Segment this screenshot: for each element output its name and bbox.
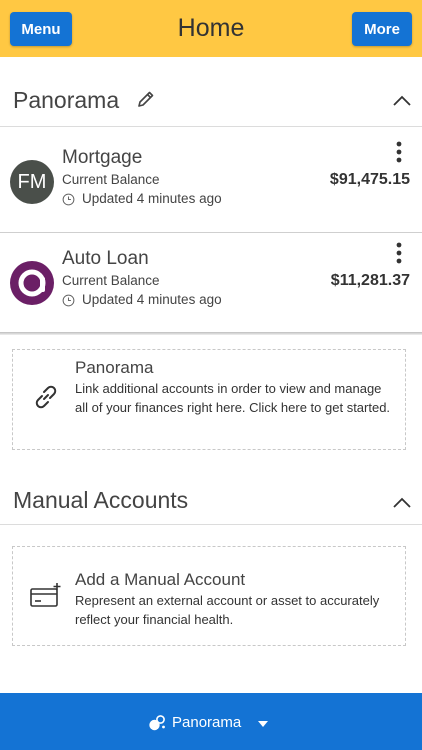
balance-label: Current Balance: [62, 273, 160, 288]
ally-logo-icon: [10, 261, 54, 305]
divider: [0, 126, 422, 127]
section-shadow: [0, 332, 422, 335]
updated-timestamp: Updated 4 minutes ago: [82, 292, 222, 307]
link-accounts-card[interactable]: Panorama Link additional accounts in ord…: [12, 349, 406, 450]
chevron-up-icon[interactable]: [392, 95, 412, 107]
add-manual-account-card[interactable]: Add a Manual Account Represent an extern…: [12, 546, 406, 646]
account-row-mortgage[interactable]: FM Mortgage Current Balance Updated 4 mi…: [0, 131, 422, 231]
account-balance: $11,281.37: [330, 272, 410, 289]
add-card-title: Add a Manual Account: [75, 570, 246, 589]
more-button[interactable]: More: [352, 12, 412, 46]
panorama-icon: [149, 715, 165, 731]
account-balance: $91,475.15: [329, 171, 410, 188]
kebab-menu-icon[interactable]: [396, 242, 402, 264]
balance-label: Current Balance: [62, 172, 160, 187]
kebab-menu-icon[interactable]: [396, 141, 402, 163]
footer-bar[interactable]: Panorama: [0, 693, 422, 750]
manual-accounts-title: Manual Accounts: [13, 487, 189, 513]
link-card-title: Panorama: [75, 358, 154, 377]
app-header: Menu Home More: [0, 0, 422, 57]
clock-icon: [62, 193, 75, 206]
chevron-up-icon[interactable]: [392, 497, 412, 509]
add-card-text: Represent an external account or asset t…: [75, 593, 380, 627]
add-card-icon: [30, 583, 61, 607]
caret-down-icon[interactable]: [258, 721, 268, 727]
panorama-section-header[interactable]: Panorama: [0, 77, 422, 127]
footer-label[interactable]: Panorama: [172, 714, 241, 731]
account-name: Auto Loan: [62, 248, 149, 269]
manual-accounts-section-header[interactable]: Manual Accounts: [0, 477, 422, 527]
link-card-text: Link additional accounts in order to vie…: [75, 381, 391, 415]
account-name: Mortgage: [62, 147, 143, 168]
divider: [0, 524, 422, 525]
pencil-icon[interactable]: [136, 89, 156, 109]
account-row-auto-loan[interactable]: Auto Loan Current Balance Updated 4 minu…: [0, 232, 422, 332]
updated-timestamp: Updated 4 minutes ago: [82, 191, 222, 206]
panorama-section-title: Panorama: [13, 87, 120, 113]
link-icon: [35, 385, 57, 409]
clock-icon: [62, 294, 75, 307]
avatar: FM: [10, 160, 54, 204]
